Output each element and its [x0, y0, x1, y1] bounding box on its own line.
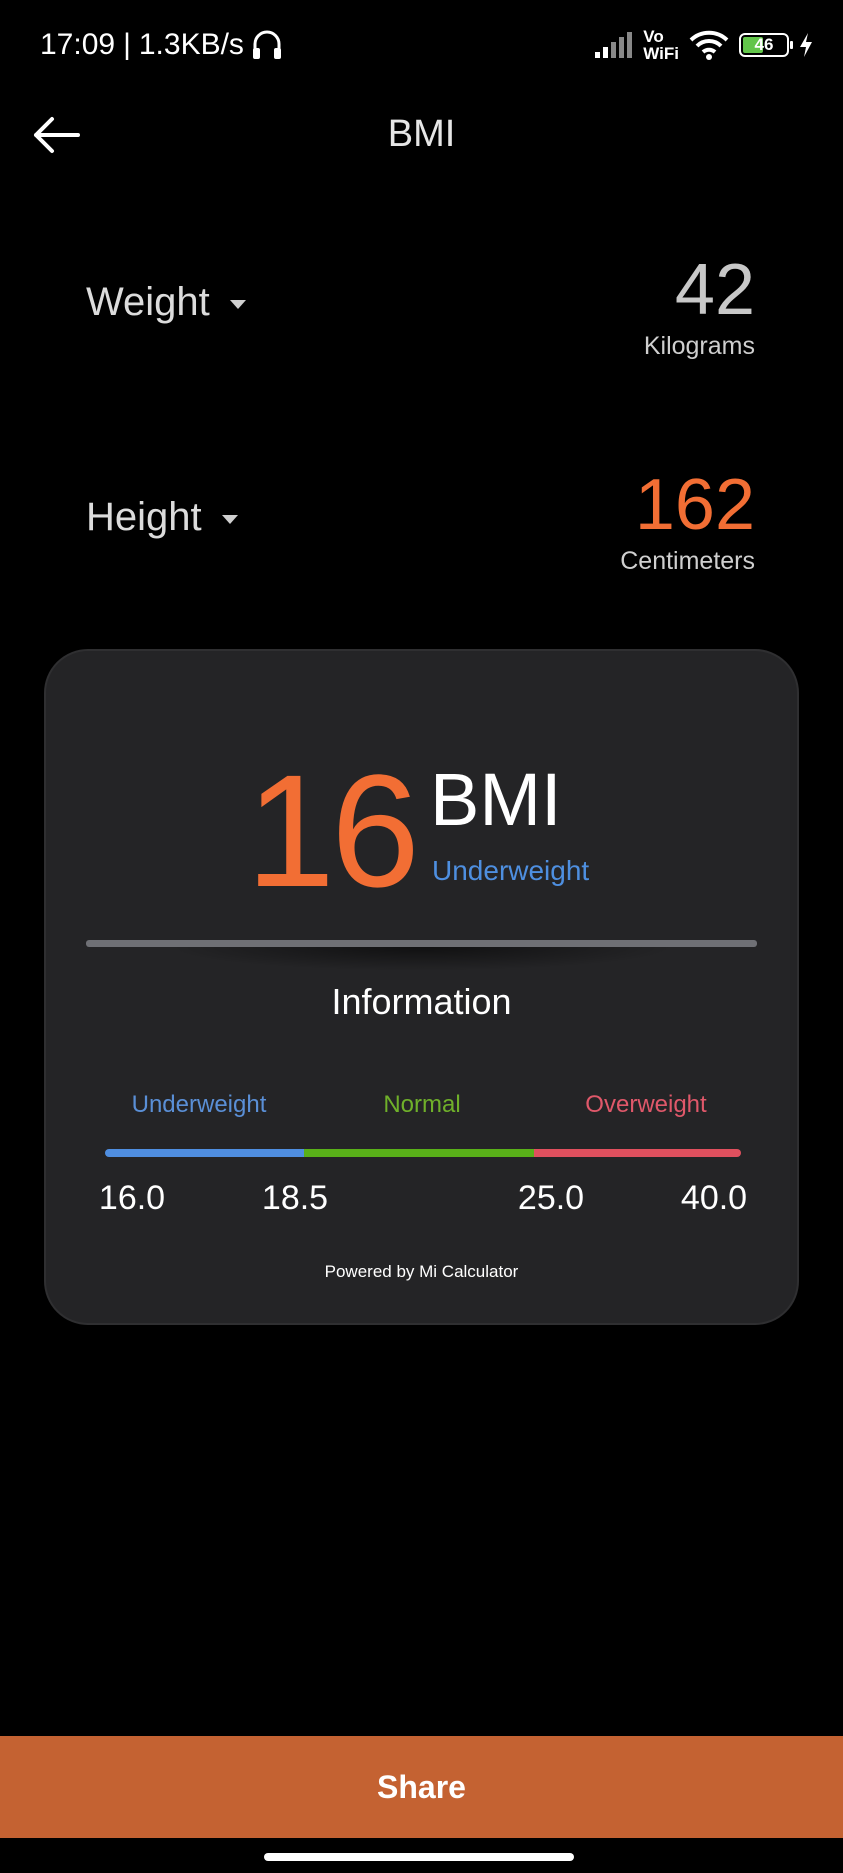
bmi-classification: Underweight: [432, 855, 590, 886]
vowifi-bottom: WiFi: [643, 44, 679, 63]
headset-icon: [252, 30, 281, 59]
bmi-label: BMI: [430, 758, 562, 841]
battery-icon: 46: [739, 33, 793, 57]
scale-tick: 40.0: [680, 1179, 748, 1217]
weight-value[interactable]: 42: [675, 254, 755, 326]
height-value[interactable]: 162: [635, 469, 755, 541]
weight-selector[interactable]: Weight: [86, 280, 246, 325]
scale-tick: 25.0: [517, 1179, 585, 1217]
weight-row: Weight 42 Kilograms: [0, 250, 843, 370]
battery-level: 46: [754, 35, 774, 54]
height-unit: Centimeters: [620, 547, 755, 575]
bmi-scale-bar: [105, 1149, 741, 1157]
top-bar: BMI: [0, 95, 843, 175]
vowifi-top: Vo: [643, 27, 664, 46]
share-button[interactable]: Share: [0, 1736, 843, 1838]
status-right: Vo WiFi 46: [595, 28, 813, 62]
category-overweight: Overweight: [585, 1091, 707, 1118]
category-underweight: Underweight: [131, 1091, 267, 1118]
network-speed: 1.3KB/s: [138, 28, 244, 61]
scale-segment-underweight: [105, 1149, 304, 1157]
wifi-icon: [689, 30, 729, 60]
page-title: BMI: [387, 113, 456, 155]
height-label: Height: [86, 495, 202, 539]
status-bar: 17:09 | 1.3KB/s Vo WiFi 46: [0, 0, 843, 95]
weight-unit: Kilograms: [643, 332, 755, 360]
scale-tick: 16.0: [98, 1179, 166, 1217]
weight-label: Weight: [86, 280, 210, 324]
height-row: Height 162 Centimeters: [0, 465, 843, 585]
divider-shadow: [166, 947, 677, 971]
status-separator: |: [123, 28, 131, 61]
status-left: 17:09 | 1.3KB/s: [40, 28, 284, 62]
scale-tick: 18.5: [261, 1179, 329, 1217]
chevron-down-icon: [221, 515, 238, 524]
divider: [86, 940, 757, 947]
charging-icon: [800, 33, 812, 57]
status-time: 17:09: [40, 28, 116, 61]
scale-segment-overweight: [534, 1149, 741, 1157]
information-title: Information: [331, 981, 512, 1022]
bmi-result-card: 16 BMI Underweight Information Underweig…: [44, 649, 799, 1325]
chevron-down-icon: [229, 300, 246, 309]
bmi-value: 16: [246, 741, 420, 920]
scale-segment-normal: [304, 1149, 534, 1157]
vowifi-icon: Vo WiFi: [643, 28, 679, 62]
signal-icon: [595, 32, 633, 58]
category-normal: Normal: [383, 1091, 461, 1118]
height-selector[interactable]: Height: [86, 495, 238, 540]
powered-by-text: Powered by Mi Calculator: [324, 1262, 519, 1281]
home-indicator: [264, 1853, 574, 1861]
